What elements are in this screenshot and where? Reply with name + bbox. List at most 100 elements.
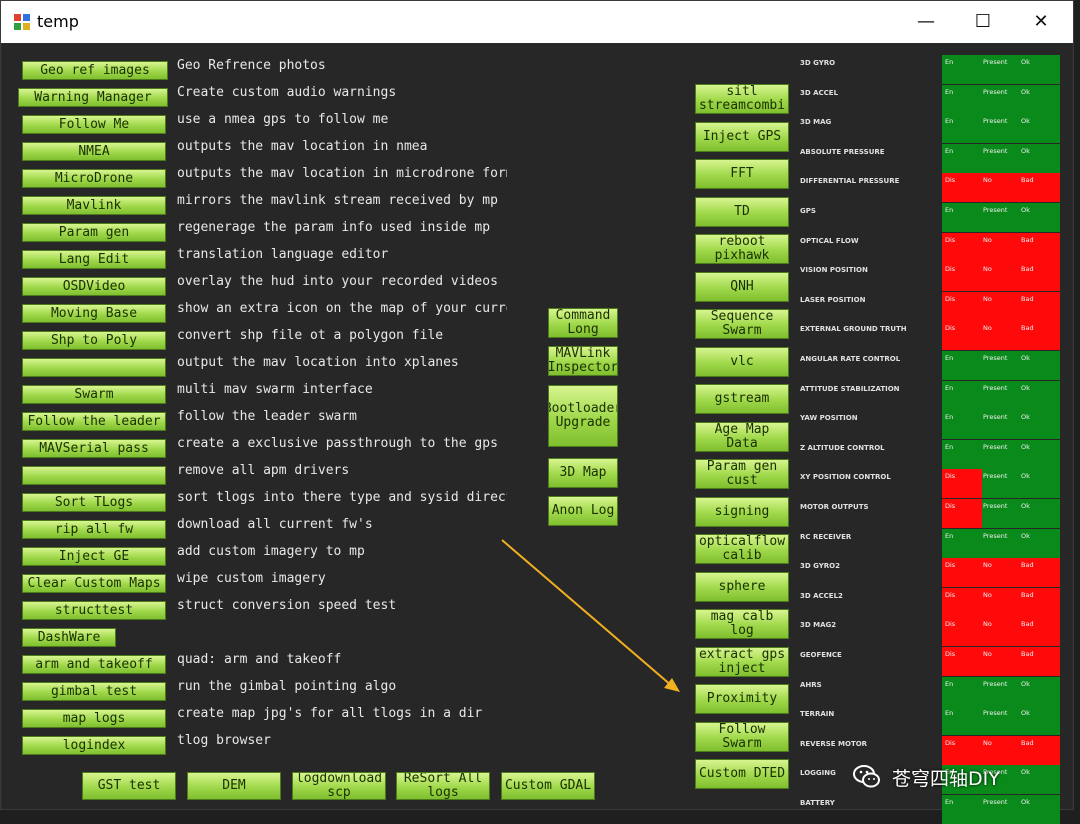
title-bar: temp — ☐ ✕ xyxy=(1,1,1073,43)
middle-button[interactable]: 3D Map xyxy=(548,458,618,488)
right-button[interactable]: opticalflow calib xyxy=(695,534,789,564)
tool-button[interactable]: Follow Me xyxy=(22,115,166,134)
tool-description: regenerage the param info used inside mp xyxy=(177,220,491,235)
tool-description: output the mav location into xplanes xyxy=(177,355,459,370)
status-health: Ok xyxy=(1021,117,1030,126)
sensor-name: 3D ACCEL xyxy=(800,88,839,97)
right-button[interactable]: Inject GPS xyxy=(695,121,789,152)
sensor-name: RC RECEIVER xyxy=(800,532,852,541)
status-health: Ok xyxy=(1021,531,1030,540)
tool-button[interactable]: MAVSerial pass xyxy=(22,439,166,458)
tool-button[interactable] xyxy=(22,466,166,485)
right-button[interactable]: Sequence Swarm xyxy=(695,309,789,339)
close-button[interactable]: ✕ xyxy=(1012,1,1070,43)
tool-description: translation language editor xyxy=(177,247,389,262)
tool-button[interactable]: Shp to Poly xyxy=(22,331,166,350)
right-button[interactable]: mag calb log xyxy=(695,609,789,639)
tool-button[interactable]: logindex xyxy=(22,736,166,755)
status-cell xyxy=(942,232,1060,262)
right-button[interactable]: signing xyxy=(695,496,789,527)
sensor-name: ANGULAR RATE CONTROL xyxy=(800,355,901,363)
sensor-name: GEOFENCE xyxy=(800,651,842,659)
tool-button[interactable]: Sort TLogs xyxy=(22,493,166,512)
status-enabled: Dis xyxy=(945,265,956,274)
status-health: Bad xyxy=(1021,738,1034,747)
status-health: Bad xyxy=(1021,235,1034,244)
status-enabled: Dis xyxy=(945,176,956,185)
status-cell xyxy=(942,587,1060,617)
right-button[interactable]: extract gps inject xyxy=(695,646,789,677)
tool-description: outputs the mav location in nmea xyxy=(177,139,428,154)
right-button[interactable]: sitl streamcombi xyxy=(695,84,789,114)
status-enabled: En xyxy=(945,413,954,422)
middle-button[interactable]: MAVLink Inspector xyxy=(548,346,618,376)
right-button[interactable]: Param gen cust xyxy=(695,459,789,489)
sensor-name: DIFFERENTIAL PRESSURE xyxy=(800,177,900,186)
tool-button[interactable]: Inject GE xyxy=(22,547,166,566)
tool-button[interactable]: gimbal test xyxy=(22,682,166,701)
status-enabled: Dis xyxy=(945,620,956,629)
status-enabled: En xyxy=(945,798,954,806)
tool-button[interactable]: Param gen xyxy=(22,223,166,242)
tool-button[interactable]: Mavlink xyxy=(22,196,166,215)
right-button[interactable]: Age Map Data xyxy=(695,421,789,452)
tool-description: convert shp file ot a polygon file xyxy=(177,328,444,343)
status-health: Ok xyxy=(1021,383,1030,392)
tool-button[interactable]: Swarm xyxy=(22,385,166,404)
tool-button[interactable]: Warning Manager xyxy=(18,88,168,107)
minimize-button[interactable]: — xyxy=(897,1,955,43)
status-present: Present xyxy=(983,146,1008,155)
tool-button[interactable]: Moving Base xyxy=(22,304,166,323)
tool-button[interactable]: Geo ref images xyxy=(22,61,168,80)
tool-button[interactable]: Clear Custom Maps xyxy=(22,574,166,593)
right-button[interactable]: gstream xyxy=(695,384,789,414)
tool-button[interactable]: rip all fw xyxy=(22,520,166,539)
bottom-button[interactable]: logdownload scp xyxy=(292,772,386,800)
status-present: No xyxy=(983,738,992,747)
right-button[interactable]: Custom DTED xyxy=(695,759,789,789)
status-health: Ok xyxy=(1021,146,1030,155)
sensor-name: YAW POSITION xyxy=(800,414,858,423)
right-button[interactable]: QNH xyxy=(695,271,789,302)
right-button[interactable]: Proximity xyxy=(695,684,789,714)
tool-description: tlog browser xyxy=(177,733,271,748)
right-button[interactable]: Follow Swarm xyxy=(695,721,789,752)
sensor-name: XY POSITION CONTROL xyxy=(800,473,891,482)
status-cell xyxy=(942,173,1060,203)
bottom-button[interactable]: Custom GDAL xyxy=(501,772,595,800)
bottom-button[interactable]: ReSort All logs xyxy=(396,772,490,800)
tool-description: multi mav swarm interface xyxy=(177,382,373,397)
tool-button[interactable]: structtest xyxy=(22,601,166,620)
bottom-button[interactable]: DEM xyxy=(187,772,281,800)
right-button[interactable]: vlc xyxy=(695,346,789,377)
maximize-button[interactable]: ☐ xyxy=(954,1,1012,43)
tool-button[interactable]: MicroDrone xyxy=(22,169,166,188)
tool-button[interactable]: OSDVideo xyxy=(22,277,166,296)
status-health: Bad xyxy=(1021,620,1034,629)
tool-button[interactable]: arm and takeoff xyxy=(22,655,166,674)
tool-button[interactable] xyxy=(22,358,166,377)
middle-button[interactable]: Anon Log xyxy=(548,496,618,526)
tool-button[interactable]: NMEA xyxy=(22,142,166,161)
tool-button[interactable]: map logs xyxy=(22,709,166,728)
right-button[interactable]: sphere xyxy=(695,571,789,602)
tool-button[interactable]: Follow the leader xyxy=(22,412,166,431)
status-enabled: Dis xyxy=(945,561,956,570)
status-present: Present xyxy=(983,58,1008,66)
middle-button[interactable]: Command Long xyxy=(548,308,618,338)
middle-button[interactable]: Bootloader Upgrade xyxy=(548,385,618,447)
right-button[interactable]: TD xyxy=(695,196,789,227)
status-enabled: Dis xyxy=(945,235,956,244)
tool-button[interactable]: Lang Edit xyxy=(22,250,166,269)
tool-button[interactable]: DashWare xyxy=(22,628,116,647)
tool-description: remove all apm drivers xyxy=(177,463,350,478)
status-cell xyxy=(942,291,1060,321)
right-button[interactable]: FFT xyxy=(695,159,789,189)
bottom-button[interactable]: GST test xyxy=(82,772,176,800)
status-health: Ok xyxy=(1021,679,1030,688)
sensor-name: 3D MAG xyxy=(800,118,832,127)
status-cell xyxy=(942,647,1060,676)
status-health: Bad xyxy=(1021,561,1034,570)
right-button[interactable]: reboot pixhawk xyxy=(695,234,789,264)
tool-description: download all current fw's xyxy=(177,517,373,532)
